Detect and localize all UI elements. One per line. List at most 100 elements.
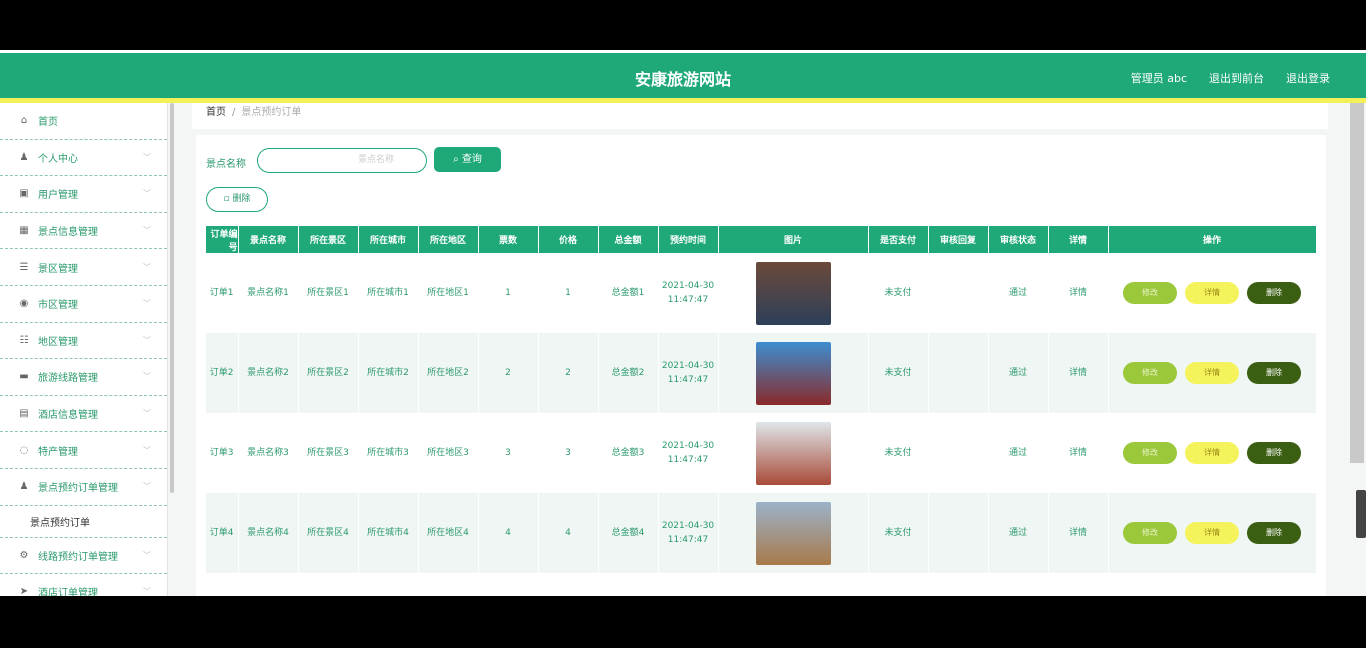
breadcrumb-current: 景点预约订单: [241, 107, 302, 118]
delete-button[interactable]: 删除: [1247, 362, 1301, 384]
user-icon: ♟: [19, 151, 29, 163]
cell-actions: 修改 详情 删除: [1108, 253, 1317, 333]
sidebar-item-3[interactable]: ▦ 景点信息管理 ﹀: [0, 213, 167, 250]
building-icon: ▦: [19, 225, 29, 237]
cell-price: 3: [538, 413, 599, 493]
cell-total: 总金额3: [598, 413, 659, 493]
edit-button[interactable]: 修改: [1123, 442, 1177, 464]
cell-image: [718, 493, 869, 573]
search-input[interactable]: 景点名称: [257, 148, 427, 173]
cell-scenic: 所在景区2: [298, 333, 359, 413]
column-header: 审核回复: [928, 226, 989, 253]
column-header: 价格: [538, 226, 599, 253]
cell-id: 订单2: [206, 333, 239, 413]
cell-reply: [928, 493, 989, 573]
sidebar: ⌂ 首页 ♟ 个人中心 ﹀ ▣ 用户管理 ﹀ ▦ 景点信息管理 ﹀ ☰ 景区管理 ﹀ ◉ 市区管理 ﹀ ☷ 地区管理…: [0, 103, 168, 596]
edit-button[interactable]: 修改: [1123, 362, 1177, 384]
cell-total: 总金额1: [598, 253, 659, 333]
detail-button[interactable]: 详情: [1185, 362, 1239, 384]
exit-to-frontend-link[interactable]: 退出到前台: [1209, 70, 1264, 86]
sidebar-item-8[interactable]: ▤ 酒店信息管理 ﹀: [0, 396, 167, 433]
city-icon: ◉: [19, 298, 29, 310]
column-header: 所在城市: [358, 226, 419, 253]
sidebar-item-1[interactable]: ♟ 个人中心 ﹀: [0, 140, 167, 177]
admin-label: 管理员 abc: [1130, 72, 1187, 85]
detail-button[interactable]: 详情: [1185, 282, 1239, 304]
sidebar-item-label: 特产管理: [38, 446, 78, 458]
column-header: 详情: [1048, 226, 1109, 253]
sidebar-item-9[interactable]: ◌ 特产管理 ﹀: [0, 432, 167, 469]
breadcrumb-home[interactable]: 首页: [206, 107, 226, 118]
cell-total: 总金额2: [598, 333, 659, 413]
edit-button[interactable]: 修改: [1123, 522, 1177, 544]
cell-name: 景点名称3: [238, 413, 299, 493]
sidebar-item-2[interactable]: ▣ 用户管理 ﹀: [0, 176, 167, 213]
cell-time: 2021-04-30 11:47:47: [658, 413, 719, 493]
cell-detail[interactable]: 详情: [1048, 333, 1109, 413]
sidebar-item-4[interactable]: ☰ 景区管理 ﹀: [0, 249, 167, 286]
cell-paid: 未支付: [868, 333, 929, 413]
sidebar-item-6[interactable]: ☷ 地区管理 ﹀: [0, 323, 167, 360]
scenic-thumbnail[interactable]: [755, 341, 831, 405]
column-header: 订单编号: [206, 226, 239, 253]
delete-button[interactable]: 删除: [1247, 442, 1301, 464]
cell-detail[interactable]: 详情: [1048, 253, 1109, 333]
cell-tickets: 1: [478, 253, 539, 333]
sidebar-subitem-booking-orders[interactable]: 景点预约订单: [0, 506, 167, 538]
batch-delete-label: 删除: [232, 194, 251, 204]
cell-paid: 未支付: [868, 493, 929, 573]
cell-paid: 未支付: [868, 413, 929, 493]
cell-name: 景点名称1: [238, 253, 299, 333]
cell-area: 所在地区2: [418, 333, 479, 413]
delete-button[interactable]: 删除: [1247, 282, 1301, 304]
cell-tickets: 4: [478, 493, 539, 573]
cell-price: 1: [538, 253, 599, 333]
scenic-thumbnail[interactable]: [755, 501, 831, 565]
sidebar-item-label: 景区管理: [38, 263, 78, 275]
cell-status: 通过: [988, 493, 1049, 573]
main-content: 首页 / 景点预约订单 景点名称 景点名称 ⌕ 查询 ▫ 删除 订单编号 景点名称 所在…: [192, 103, 1332, 596]
gift-icon: ◌: [19, 444, 29, 456]
cell-status: 通过: [988, 333, 1049, 413]
logout-link[interactable]: 退出登录: [1286, 70, 1330, 86]
sidebar-item-7[interactable]: ▬ 旅游线路管理 ﹀: [0, 359, 167, 396]
table-header-row: 订单编号 景点名称 所在景区 所在城市 所在地区 票数 价格 总金额 预约时间 图片 是否支付 审核回…: [206, 226, 1317, 253]
scenic-thumbnail[interactable]: [755, 261, 831, 325]
scrollbar-thumb[interactable]: [1356, 490, 1366, 538]
cell-time: 2021-04-30 11:47:47: [658, 253, 719, 333]
cell-time: 2021-04-30 11:47:47: [658, 333, 719, 413]
chevron-down-icon: ﹀: [143, 299, 151, 309]
search-button[interactable]: ⌕ 查询: [434, 147, 501, 172]
cell-status: 通过: [988, 253, 1049, 333]
breadcrumb: 首页 / 景点预约订单: [192, 103, 1328, 129]
sidebar-item-label: 景点预约订单管理: [38, 483, 118, 495]
sidebar-item-label: 线路预约订单管理: [38, 551, 118, 563]
cell-detail[interactable]: 详情: [1048, 493, 1109, 573]
chevron-down-icon: ﹀: [143, 372, 151, 382]
sidebar-item-10[interactable]: ♟ 景点预约订单管理 ﹀: [0, 469, 167, 506]
detail-button[interactable]: 详情: [1185, 442, 1239, 464]
cell-price: 4: [538, 493, 599, 573]
trash-icon: ▫: [223, 194, 230, 204]
breadcrumb-separator: /: [232, 107, 236, 118]
header-actions: 管理员 abc 退出到前台 退出登录: [1131, 70, 1330, 86]
scenic-thumbnail[interactable]: [755, 421, 831, 485]
cell-area: 所在地区4: [418, 493, 479, 573]
cell-detail[interactable]: 详情: [1048, 413, 1109, 493]
sidebar-item-a0[interactable]: ⚙ 线路预约订单管理 ﹀: [0, 538, 167, 575]
sidebar-item-a1[interactable]: ➤ 酒店订单管理 ﹀: [0, 574, 167, 596]
chevron-down-icon: ﹀: [143, 189, 151, 199]
page-scrollbar[interactable]: [1350, 103, 1364, 463]
sidebar-scrollbar[interactable]: [170, 103, 174, 493]
detail-button[interactable]: 详情: [1185, 522, 1239, 544]
edit-button[interactable]: 修改: [1123, 282, 1177, 304]
batch-delete-button[interactable]: ▫ 删除: [206, 187, 268, 212]
cell-city: 所在城市1: [358, 253, 419, 333]
cell-reply: [928, 333, 989, 413]
sidebar-item-label: 首页: [38, 117, 58, 129]
sidebar-item-0[interactable]: ⌂ 首页: [0, 103, 167, 140]
delete-button[interactable]: 删除: [1247, 522, 1301, 544]
table-row: 订单2 景点名称2 所在景区2 所在城市2 所在地区2 2 2 总金额2 2021-04-30 …: [206, 333, 1317, 413]
sidebar-item-label: 地区管理: [38, 336, 78, 348]
sidebar-item-5[interactable]: ◉ 市区管理 ﹀: [0, 286, 167, 323]
